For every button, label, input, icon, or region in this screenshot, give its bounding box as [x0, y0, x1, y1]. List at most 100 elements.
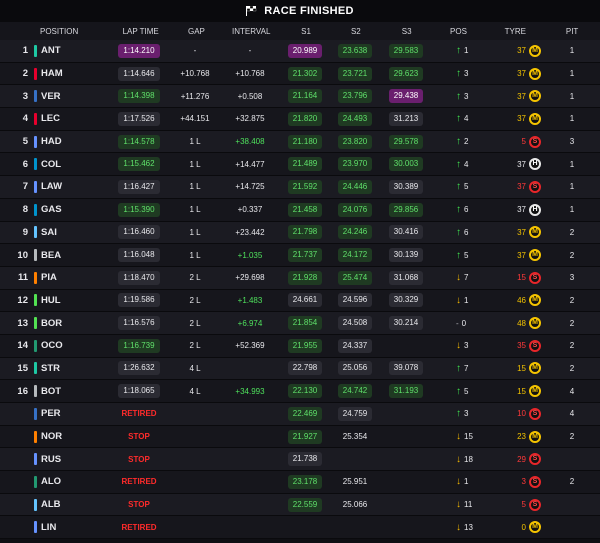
header-gap: GAP — [187, 26, 205, 36]
lap-time: 1:15.390 — [118, 202, 160, 217]
table-row[interactable]: 2 HAM 1:14.646 +10.768 +10.768 21.302 23.721 29… — [0, 62, 600, 86]
s1-cell: 20.989 — [282, 40, 328, 62]
soft-tyre-icon: S — [529, 498, 541, 511]
driver-code[interactable]: LAW — [38, 176, 106, 198]
arrow-up-icon: ↑ — [456, 408, 461, 420]
position-number: 9 — [22, 226, 28, 238]
driver-code[interactable]: NOR — [38, 426, 106, 448]
gap-value — [172, 494, 218, 516]
s2-time: 24.742 — [337, 384, 373, 399]
s2-cell: 25.951 — [328, 471, 382, 493]
gap-value — [172, 403, 218, 425]
driver-code[interactable]: BEA — [38, 244, 106, 266]
driver-code[interactable]: PIA — [38, 267, 106, 289]
table-row[interactable]: NOR STOP 21.927 25.354 ↓ 15 23 M 2 — [0, 425, 600, 449]
driver-code[interactable]: BOR — [38, 312, 106, 334]
table-row[interactable]: 9 SAI 1:16.460 1 L +23.442 21.798 24.246 30.416… — [0, 221, 600, 245]
arrow-up-icon: ↑ — [456, 136, 461, 148]
tyre-age: 37 — [517, 159, 526, 169]
pit-count: 1 — [569, 91, 575, 101]
tyre-cell: 37 M — [486, 244, 544, 266]
driver-code[interactable]: VER — [38, 85, 106, 107]
table-row[interactable]: 1 ANT 1:14.210- -20.989 23.638 29.583 ↑ 1 37 M 1 — [0, 40, 600, 63]
interval-value: +38.408 — [235, 137, 265, 147]
table-row[interactable]: ALO RETIRED 23.178 25.951 ↓ 1 3 S 2 — [0, 471, 600, 494]
position-change-count: 1 — [464, 295, 469, 305]
driver-code[interactable]: RUS — [38, 448, 106, 470]
tyre-cell: 35 S — [486, 335, 544, 357]
header-tyre: TYRE — [504, 26, 526, 36]
lap-time-cell: 1:18.470 — [106, 267, 172, 289]
lap-time: 1:16.576 — [118, 316, 160, 331]
lap-time: 1:16.460 — [118, 225, 160, 240]
s2-time: 25.951 — [342, 476, 368, 486]
table-row[interactable]: LIN RETIRED ↓ 13 0 M — [0, 516, 600, 540]
driver-code[interactable]: ANT — [38, 40, 106, 62]
driver-code[interactable]: GAS — [38, 199, 106, 221]
team-color-bar — [33, 226, 37, 239]
table-row[interactable]: 11 PIA 1:18.470 2 L +29.698 21.928 25.474 31.06… — [0, 266, 600, 290]
table-row[interactable]: 4 LEC 1:17.526 +44.151 +32.875 21.820 24.493 31… — [0, 108, 600, 131]
driver-code[interactable]: HAM — [38, 63, 106, 85]
table-row[interactable]: PER RETIRED 22.469 24.759 ↑ 3 10 S 4 — [0, 403, 600, 426]
tyre-cell: 48 M — [486, 312, 544, 334]
table-row[interactable]: ALB STOP 22.559 25.066 ↓ 11 5 S — [0, 493, 600, 517]
position-number: 11 — [17, 272, 28, 284]
s1-cell: 21.164 — [282, 85, 328, 107]
arrow-up-icon: ↑ — [456, 385, 461, 397]
s1-time: 24.661 — [287, 293, 323, 308]
lap-time-cell: 1:16.048 — [106, 244, 172, 266]
s2-time: 24.172 — [337, 248, 373, 263]
retirement-status: STOP — [128, 454, 150, 464]
driver-code[interactable]: ALB — [38, 494, 106, 516]
pit-count: 1 — [569, 114, 575, 124]
driver-code[interactable]: LEC — [38, 108, 106, 130]
driver-code[interactable]: COL — [38, 153, 106, 175]
driver-code[interactable]: ALO — [38, 471, 106, 493]
s1-time: 22.559 — [287, 497, 323, 512]
table-row[interactable]: 16 BOT 1:18.065 4 L +34.993 22.130 24.742 31.19… — [0, 380, 600, 403]
table-row[interactable]: 3 VER 1:14.398 +11.276 +0.508 21.164 23.796 29.… — [0, 85, 600, 109]
position-change-count: 4 — [464, 114, 469, 124]
driver-code[interactable]: STR — [38, 358, 106, 380]
tyre-age: 0 — [521, 522, 526, 532]
driver-code[interactable]: OCO — [38, 335, 106, 357]
table-row[interactable]: 7 LAW 1:16.427 1 L +14.725 21.592 24.446 30.389… — [0, 176, 600, 199]
gap-value: 1 L — [189, 137, 201, 147]
table-row[interactable]: 13 BOR 1:16.576 2 L +6.974 21.854 24.508 30.214… — [0, 312, 600, 335]
s1-cell: 22.130 — [282, 380, 328, 402]
position-number: 2 — [22, 68, 28, 80]
table-row[interactable]: 12 HUL 1:19.586 2 L +1.483 24.661 24.596 30.329… — [0, 289, 600, 313]
table-row[interactable]: 5 HAD 1:14.578 1 L +38.408 21.180 23.820 29.578… — [0, 130, 600, 154]
table-row[interactable]: 14 OCO 1:16.739 2 L +52.369 21.955 24.337 ↓ 3 35 S… — [0, 334, 600, 358]
position-change-count: 3 — [464, 409, 469, 419]
team-color-bar — [33, 112, 37, 125]
header-s3: S3 — [401, 26, 412, 36]
driver-code[interactable]: PER — [38, 403, 106, 425]
table-row[interactable]: 15 STR 1:26.632 4 L 22.798 25.056 39.078 ↑ 7 15 M 2 — [0, 357, 600, 381]
gap-value: 1 L — [189, 250, 201, 260]
arrow-down-icon: ↓ — [456, 294, 461, 306]
driver-code[interactable]: LIN — [38, 516, 106, 538]
medium-tyre-icon: M — [529, 317, 541, 330]
pit-count: 2 — [569, 250, 575, 260]
pit-count: 3 — [569, 273, 575, 283]
lap-time-cell: 1:16.460 — [106, 222, 172, 244]
position-number: 16 — [17, 385, 28, 397]
s2-time: 23.721 — [337, 66, 373, 81]
table-row[interactable]: 6 COL 1:15.462 1 L +14.477 21.489 23.970 30.003… — [0, 153, 600, 177]
table-row[interactable]: RUS STOP 21.738 ↓ 18 29 S — [0, 448, 600, 472]
table-row[interactable]: 10 BEA 1:16.048 1 L +1.035 21.737 24.172 30.139… — [0, 244, 600, 267]
page-title: RACE FINISHED — [264, 5, 354, 17]
retirement-status: RETIRED — [121, 409, 157, 419]
driver-code[interactable]: SAI — [38, 222, 106, 244]
driver-code[interactable]: HUL — [38, 290, 106, 312]
driver-code[interactable]: BOT — [38, 380, 106, 402]
s3-cell: 29.438 — [382, 85, 430, 107]
table-row[interactable]: 8 GAS 1:15.390 1 L +0.337 21.458 24.076 29.856 ↑… — [0, 198, 600, 222]
s3-time: 30.389 — [388, 179, 424, 194]
medium-tyre-icon: M — [529, 67, 541, 80]
team-color-bar — [33, 67, 37, 80]
s2-time: 25.056 — [337, 361, 373, 376]
driver-code[interactable]: HAD — [38, 131, 106, 153]
